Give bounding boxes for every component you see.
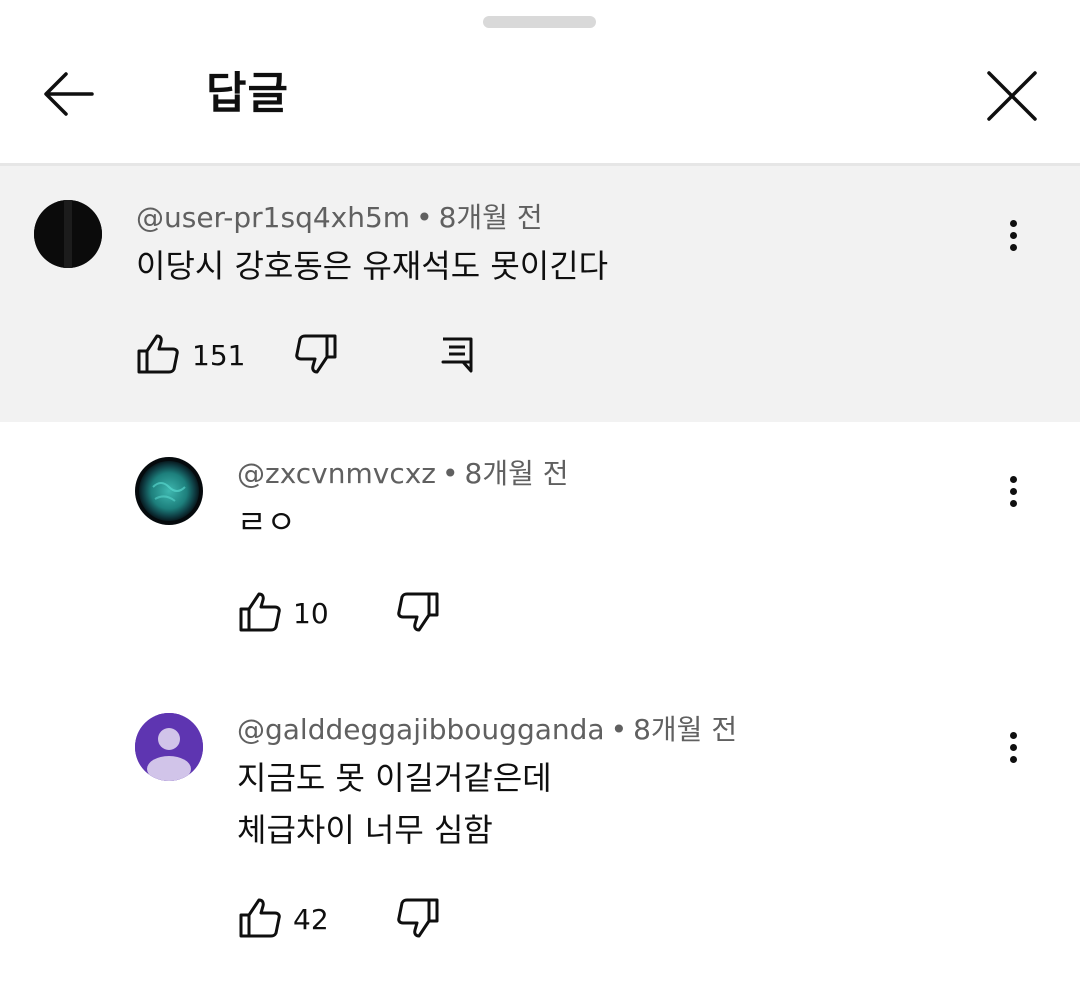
dislike-button[interactable] <box>396 896 440 944</box>
comment-text: ㄹㅇ <box>237 503 296 541</box>
comment-time: 8개월 전 <box>464 457 569 490</box>
like-button[interactable] <box>238 896 282 944</box>
like-count: 151 <box>192 339 246 372</box>
avatar[interactable] <box>135 457 203 525</box>
avatar-image <box>135 457 203 525</box>
arrow-left-icon <box>44 72 94 116</box>
page-title: 답글 <box>206 68 289 119</box>
author-name[interactable]: @user-pr1sq4xh5m <box>136 201 410 234</box>
more-options-button[interactable] <box>993 204 1033 264</box>
meta-separator: • <box>610 713 628 746</box>
like-button[interactable] <box>136 332 180 380</box>
thumb-down-icon <box>397 592 439 632</box>
default-avatar-icon <box>135 713 203 781</box>
author-name[interactable]: @galddeggajibbouggandа <box>237 713 605 746</box>
comment-text: 이당시 강호동은 유재석도 못이긴다 <box>136 247 609 285</box>
comment-text-line: 체급차이 너무 심함 <box>237 811 493 849</box>
thumb-up-icon <box>239 898 281 938</box>
comment-meta: @user-pr1sq4xh5m • 8개월 전 <box>136 198 543 238</box>
like-button[interactable] <box>238 590 282 638</box>
reply-comment: @zxcvnmvcxz • 8개월 전 ㄹㅇ 10 <box>0 422 1080 678</box>
meta-separator: • <box>416 201 433 234</box>
parent-comment: @user-pr1sq4xh5m • 8개월 전 이당시 강호동은 유재석도 못이긴… <box>0 166 1080 422</box>
avatar[interactable] <box>34 200 102 268</box>
thumb-up-icon <box>137 334 179 374</box>
dislike-button[interactable] <box>396 590 440 638</box>
avatar-image <box>34 200 102 268</box>
reply-button[interactable] <box>440 336 476 384</box>
thumb-down-icon <box>397 898 439 938</box>
comment-time: 8개월 전 <box>633 713 738 746</box>
more-options-button[interactable] <box>993 716 1033 776</box>
thumb-up-icon <box>239 592 281 632</box>
close-icon <box>987 71 1037 121</box>
comment-time: 8개월 전 <box>438 201 543 234</box>
thumb-down-icon <box>295 334 337 374</box>
reply-icon <box>441 337 473 373</box>
close-button[interactable] <box>984 68 1040 124</box>
comment-text-line: 지금도 못 이길거같은데 <box>237 759 552 797</box>
dislike-button[interactable] <box>294 332 338 380</box>
avatar[interactable] <box>135 713 203 781</box>
back-button[interactable] <box>40 66 100 122</box>
more-options-button[interactable] <box>993 460 1033 520</box>
like-count: 10 <box>293 597 329 630</box>
meta-separator: • <box>442 457 459 490</box>
comment-meta: @galddeggajibbouggandа • 8개월 전 <box>237 710 737 750</box>
like-count: 42 <box>293 903 329 936</box>
author-name[interactable]: @zxcvnmvcxz <box>237 457 436 490</box>
header: 답글 <box>0 0 1080 164</box>
comment-meta: @zxcvnmvcxz • 8개월 전 <box>237 454 569 494</box>
reply-comment: @galddeggajibbouggandа • 8개월 전 지금도 못 이길거같은… <box>0 678 1080 991</box>
